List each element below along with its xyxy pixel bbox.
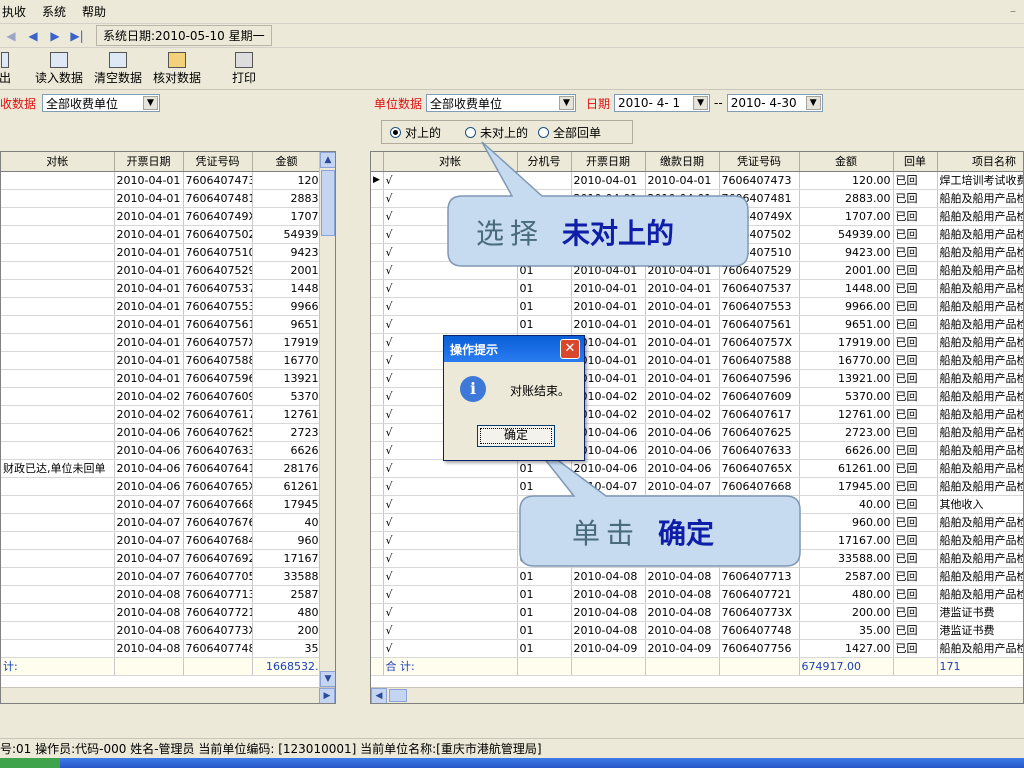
dialog-title: 操作提示 (450, 342, 499, 357)
taskbar (0, 758, 1024, 768)
dialog-message: 对账结束。 (510, 384, 571, 398)
callout-click-ok: 单击 确定 (572, 517, 715, 550)
info-icon: i (460, 376, 486, 402)
start-button[interactable] (0, 758, 60, 768)
ok-button[interactable]: 确定 (477, 425, 555, 447)
operation-prompt-dialog: 操作提示 ✕ i 对账结束。 确定 (443, 335, 585, 461)
dialog-title-bar: 操作提示 ✕ (444, 336, 584, 362)
status-text: 号:01 操作员:代码-000 姓名-管理员 当前单位编码: [12301000… (0, 742, 542, 756)
status-bar: 号:01 操作员:代码-000 姓名-管理员 当前单位编码: [12301000… (0, 738, 1024, 758)
close-icon[interactable]: ✕ (560, 339, 580, 359)
callout-select-unmatched: 选择 未对上的 (476, 217, 675, 250)
